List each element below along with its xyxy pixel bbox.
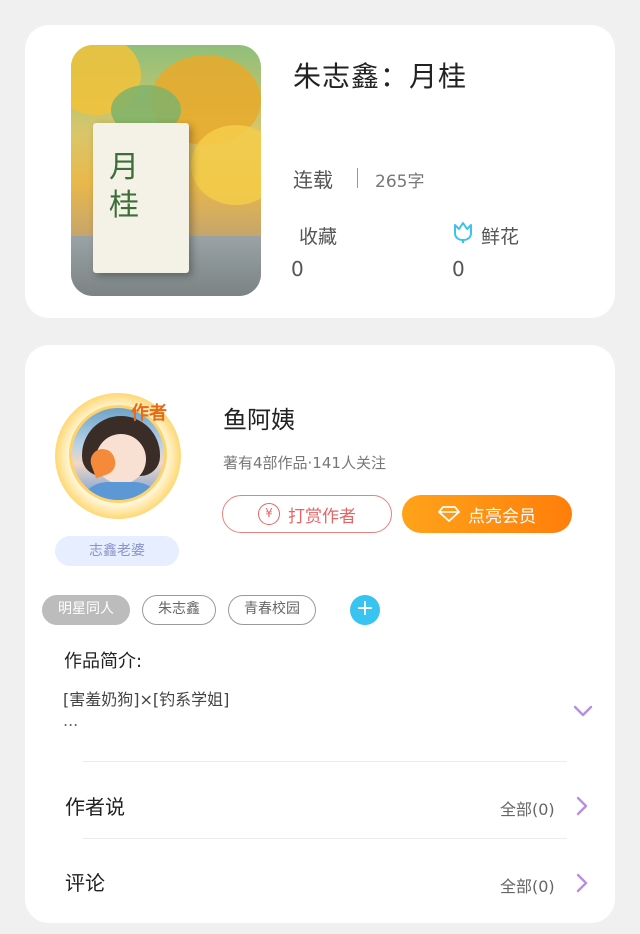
divider	[83, 761, 567, 762]
chevron-right-icon[interactable]	[576, 796, 588, 816]
intro-text: [害羞奶狗]×[钓系学姐]	[63, 690, 230, 709]
add-tag-button[interactable]: +	[350, 595, 380, 625]
author-badge: 作者	[131, 403, 167, 424]
chevron-right-icon[interactable]	[576, 873, 588, 893]
cover-title: 月桂	[109, 150, 139, 223]
tag-chip[interactable]: 明星同人	[42, 595, 130, 625]
author-stats: 著有4部作品·141人关注	[223, 454, 386, 472]
status-divider	[357, 168, 358, 188]
book-info-card: 月桂 朱志鑫：月桂 连载 265字 收藏 0 鲜花 0	[25, 25, 615, 318]
yen-icon: ¥	[258, 503, 280, 525]
author-name[interactable]: 鱼阿姨	[223, 400, 295, 435]
comments-all-link[interactable]: 全部(0)	[500, 873, 555, 897]
author-notes-label[interactable]: 作者说	[65, 791, 125, 820]
divider	[83, 838, 567, 839]
author-title-tag: 志鑫老婆	[55, 536, 179, 566]
tag-chip[interactable]: 朱志鑫	[142, 595, 216, 625]
intro-ellipsis: ...	[63, 711, 79, 730]
author-detail-card: 作者 志鑫老婆 鱼阿姨 著有4部作品·141人关注 ¥ 打赏作者 点亮会员 明星…	[25, 345, 615, 923]
reward-label: 打赏作者	[288, 506, 356, 527]
chevron-down-icon[interactable]	[573, 705, 593, 717]
book-cover[interactable]: 月桂	[71, 45, 261, 296]
flowers-count: 0	[452, 257, 465, 281]
book-status: 连载	[293, 168, 333, 192]
vip-label: 点亮会员	[468, 506, 536, 527]
diamond-icon	[438, 506, 460, 522]
intro-heading: 作品简介:	[64, 651, 143, 672]
favorites-label[interactable]: 收藏	[299, 222, 337, 249]
activate-vip-button[interactable]: 点亮会员	[402, 495, 572, 533]
flowers-label[interactable]: 鲜花	[481, 222, 519, 249]
favorites-count: 0	[291, 257, 304, 281]
tag-chip[interactable]: 青春校园	[228, 595, 316, 625]
comments-label[interactable]: 评论	[65, 867, 105, 896]
tag-list: 明星同人 朱志鑫 青春校园 +	[42, 595, 380, 625]
word-count: 265字	[375, 172, 425, 192]
author-notes-all-link[interactable]: 全部(0)	[500, 796, 555, 820]
reward-author-button[interactable]: ¥ 打赏作者	[222, 495, 392, 533]
book-title: 朱志鑫：月桂	[293, 60, 468, 93]
tulip-icon[interactable]	[451, 221, 475, 243]
